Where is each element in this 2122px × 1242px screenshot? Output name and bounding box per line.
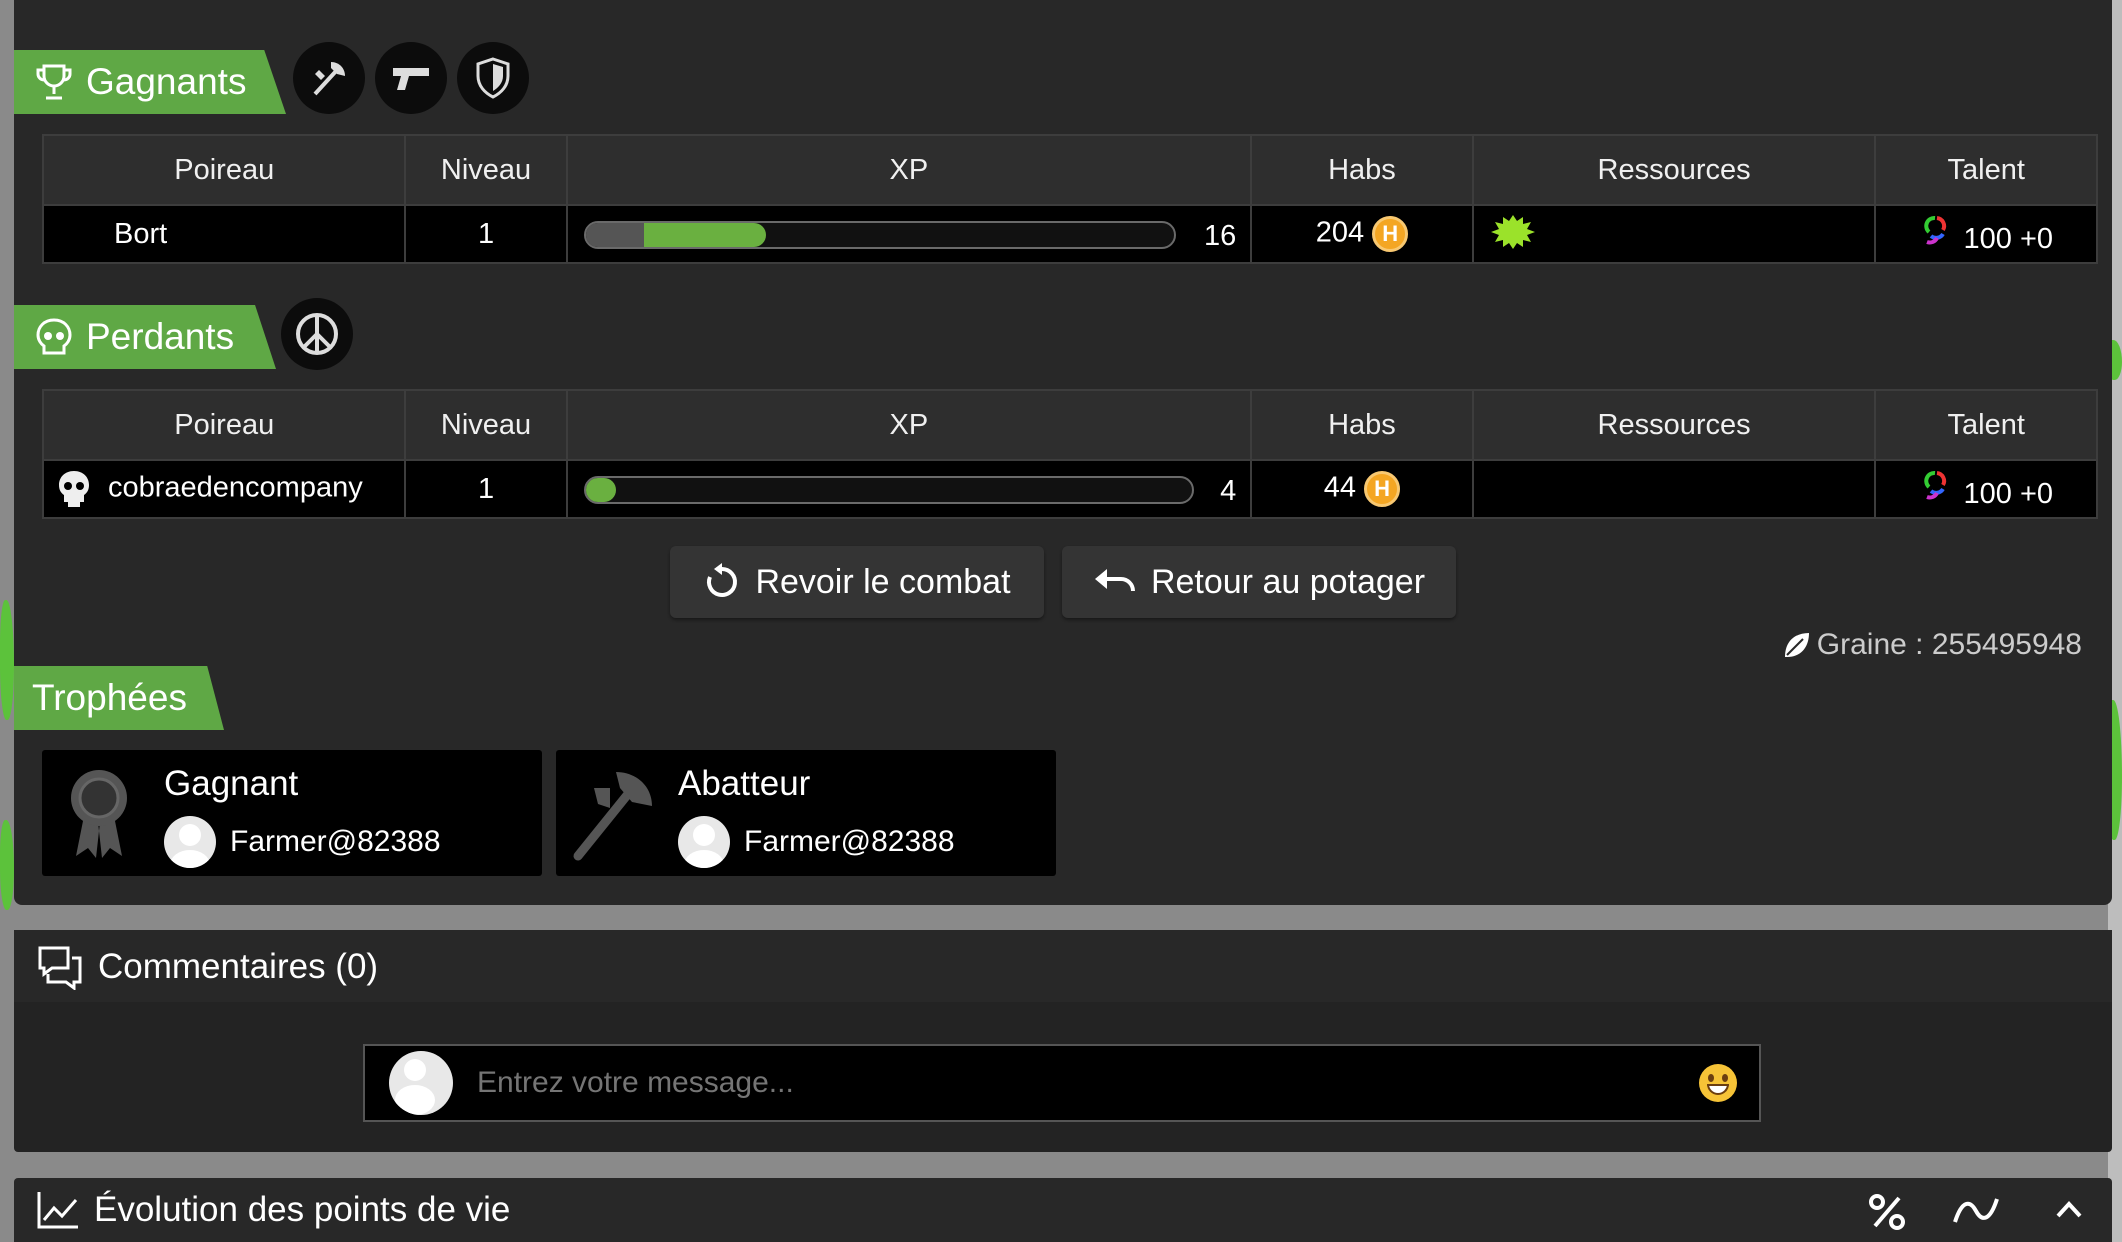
col-xp: XP [565,389,1253,461]
skull-icon [36,318,72,355]
talent-icon [1924,216,1947,245]
trophy-user[interactable]: Farmer@82388 [164,816,441,868]
xp-value: 4 [1220,475,1237,507]
col-ressources: Ressources [1471,134,1877,206]
peace-icon[interactable] [281,298,353,370]
avatar [164,816,216,868]
habs-coin-icon [1372,216,1409,252]
hp-title: Évolution des points de vie [94,1190,511,1229]
losers-tag: Perdants [14,305,276,369]
trophy-title: Gagnant [164,764,299,803]
losers-label: Perdants [86,316,235,357]
xp-cell: 4 [565,459,1253,519]
level-value: 1 [404,459,568,519]
smooth-curve-icon[interactable] [1952,1194,2000,1228]
seed-text: Graine : 255495948 [1816,628,2082,661]
ribbon-medal-icon [71,770,127,858]
comment-input-box[interactable] [363,1044,1761,1122]
talent-cell: 100 +0 [1874,204,2098,264]
resources-cell [1471,459,1877,519]
col-habs: Habs [1250,389,1474,461]
replay-label: Revoir le combat [755,562,1011,601]
col-xp: XP [565,134,1253,206]
trophy-user-name: Farmer@82388 [230,825,441,858]
habs-cell: 204 [1250,204,1474,264]
dead-skull-icon [59,471,89,507]
chart-line-icon [37,1192,78,1229]
comments-title-row: Commentaires (0) [36,944,378,990]
winners-table: Poireau Niveau XP Habs Ressources Talent… [41,134,2098,264]
col-talent: Talent [1874,389,2098,461]
col-niveau: Niveau [404,134,568,206]
replay-fight-button[interactable]: Revoir le combat [670,546,1044,618]
talent-cell: 100 +0 [1874,459,2098,519]
winners-label: Gagnants [86,61,247,102]
leek-name-link[interactable]: cobraedencompany [108,472,363,504]
percent-toggle-icon[interactable] [1867,1192,1907,1232]
habs-cell: 44 [1250,459,1474,519]
leek-name-cell: cobraedencompany [41,459,407,519]
trophies-label: Trophées [32,677,187,718]
comments-panel: Commentaires (0) [14,930,2112,1152]
comments-title: Commentaires (0) [98,947,379,986]
undo-icon [1094,569,1135,592]
col-poireau: Poireau [41,389,407,461]
habs-coin-icon [1364,471,1401,507]
replay-icon [707,563,738,597]
shield-icon[interactable] [457,42,529,114]
col-ressources: Ressources [1471,389,1877,461]
table-row: cobraedencompany 1 4 44 100 +0 [41,459,2098,519]
talent-value: 100 +0 [1963,223,2054,255]
comment-input[interactable] [477,1066,1699,1100]
col-poireau: Poireau [41,134,407,206]
axe-icon[interactable] [293,42,365,114]
level-value: 1 [404,204,568,264]
emoji-icon[interactable] [1699,1064,1737,1102]
col-niveau: Niveau [404,389,568,461]
xp-progress-bar [583,221,1176,249]
back-to-garden-button[interactable]: Retour au potager [1062,546,1456,618]
winners-tag: Gagnants [14,50,286,114]
habs-value: 44 [1323,471,1357,504]
trophy-icon [36,64,72,100]
back-label: Retour au potager [1150,562,1426,601]
fight-report-panel: Gagnants Poireau Niveau XP Habs Ressourc… [14,0,2112,905]
col-habs: Habs [1250,134,1474,206]
talent-icon [1924,471,1947,500]
gun-icon[interactable] [375,42,447,114]
leaf-icon [1784,633,1809,657]
col-talent: Talent [1874,134,2098,206]
hp-evolution-panel: Évolution des points de vie [14,1178,2112,1242]
xp-cell: 16 [565,204,1253,264]
comments-icon [38,946,82,990]
trophy-title: Abatteur [678,764,811,803]
hp-title-row: Évolution des points de vie [36,1190,510,1230]
talent-value: 100 +0 [1963,478,2054,510]
habs-value: 204 [1315,216,1365,249]
xp-value: 16 [1203,220,1237,252]
trophy-card[interactable]: Gagnant Farmer@82388 [42,750,542,876]
trophy-user-name: Farmer@82388 [744,825,955,858]
resources-cell [1471,204,1877,264]
avatar [678,816,730,868]
losers-table: Poireau Niveau XP Habs Ressources Talent… [41,389,2098,519]
trophies-tag: Trophées [14,666,224,730]
table-row: Bort 1 16 204 100 +0 [41,204,2098,264]
chevron-up-icon[interactable] [2054,1198,2084,1220]
resource-splat-icon [1490,215,1535,249]
leek-name-link[interactable]: Bort [41,204,407,264]
trophy-user[interactable]: Farmer@82388 [678,816,955,868]
seed-info: Graine : 255495948 [1781,628,2082,662]
xp-progress-bar [583,476,1194,504]
trophy-card[interactable]: Abatteur Farmer@82388 [556,750,1056,876]
avatar [389,1051,453,1115]
axe-trophy-icon [573,772,652,861]
